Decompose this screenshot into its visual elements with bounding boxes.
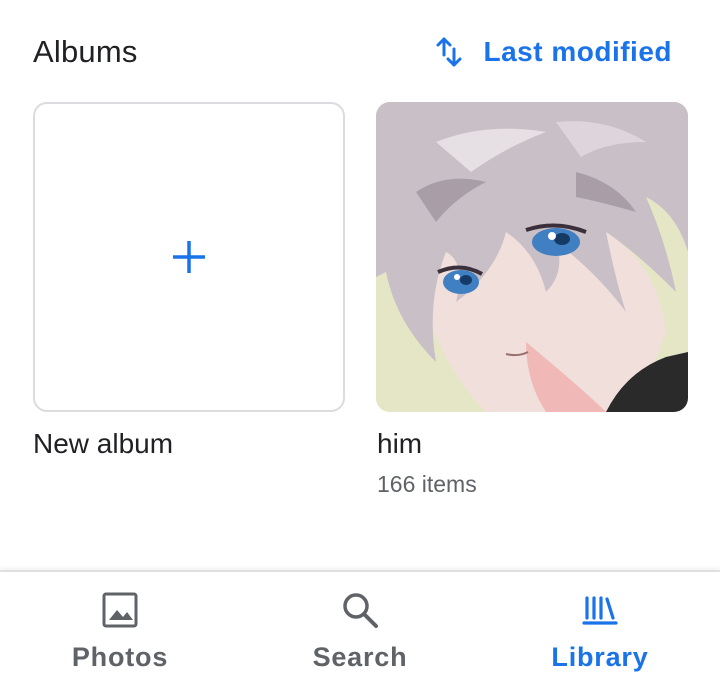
- photo-icon: [102, 592, 138, 628]
- nav-label-search: Search: [312, 642, 408, 672]
- nav-item-search[interactable]: Search: [240, 572, 480, 690]
- albums-section-title: Albums: [33, 34, 138, 69]
- new-album-label: New album: [33, 428, 174, 459]
- library-icon: [582, 596, 618, 625]
- plus-icon: [173, 241, 205, 273]
- new-album-tile[interactable]: [33, 102, 345, 412]
- albums-header: Albums Last modified: [0, 0, 720, 100]
- sort-button[interactable]: Last modified: [435, 30, 672, 74]
- swap-vert-icon: [435, 35, 463, 69]
- bottom-navigation: Photos Search Library: [0, 570, 720, 690]
- album-item-count: 166 items: [377, 471, 477, 497]
- library-screen: Albums Last modified New album him 166 i…: [0, 0, 720, 690]
- nav-item-photos[interactable]: Photos: [0, 572, 240, 690]
- album-name-him: him: [377, 428, 423, 459]
- nav-item-library[interactable]: Library: [480, 572, 720, 690]
- nav-label-library: Library: [551, 642, 649, 672]
- nav-label-photos: Photos: [71, 642, 169, 672]
- album-cover-image: [376, 102, 688, 412]
- sort-label: Last modified: [483, 36, 672, 67]
- album-cover-him[interactable]: [376, 102, 688, 412]
- search-icon: [343, 593, 378, 628]
